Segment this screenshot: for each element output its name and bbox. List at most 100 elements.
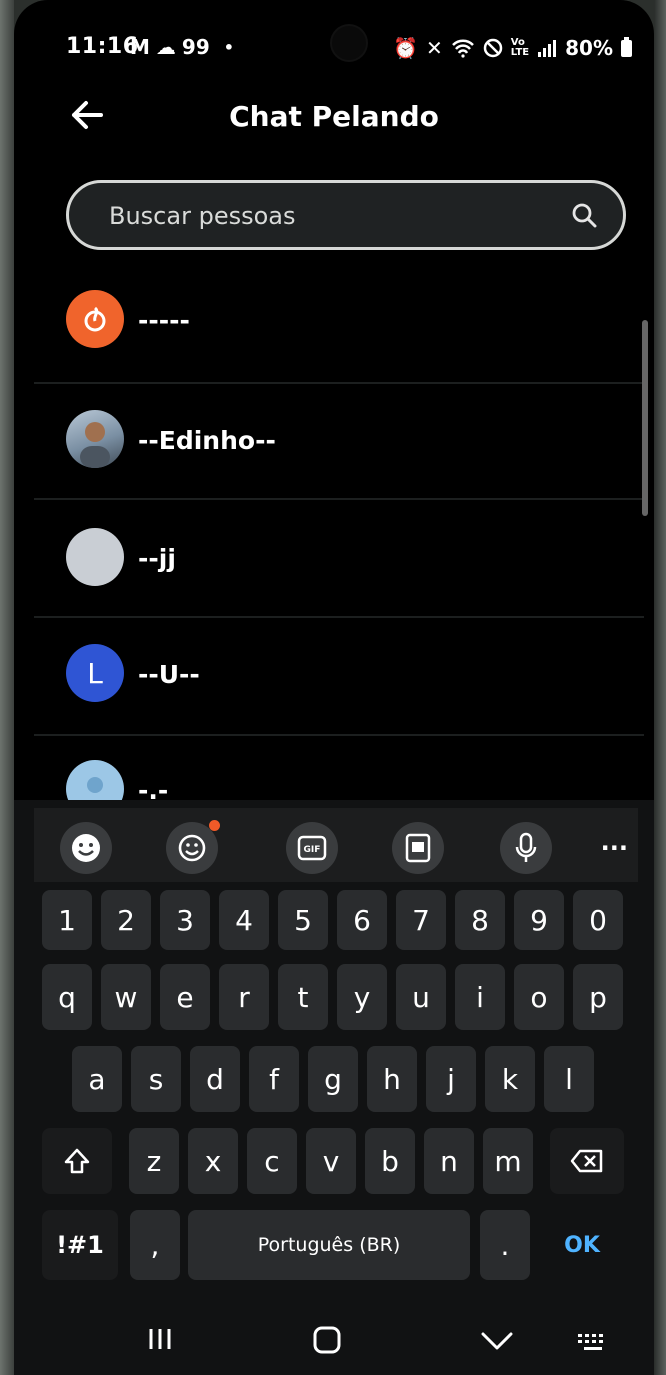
battery-icon [621, 36, 632, 57]
key-w[interactable]: w [101, 964, 151, 1030]
key-t[interactable]: t [278, 964, 328, 1030]
keyboard-switch-icon[interactable] [576, 1331, 610, 1355]
avatar-letter: L [87, 656, 103, 690]
phone-screen: 11:16 M ☁ 99 • ⏰ ✕ Vo LTE 80% Chat Peland… [14, 0, 654, 1375]
key-y[interactable]: y [337, 964, 387, 1030]
backspace-key[interactable] [550, 1128, 624, 1194]
clipboard-icon[interactable] [392, 822, 444, 874]
key-u[interactable]: u [396, 964, 446, 1030]
cloud-icon: ☁ [155, 35, 176, 59]
key-a[interactable]: a [72, 1046, 122, 1112]
divider [34, 498, 644, 500]
search-input[interactable] [107, 195, 551, 237]
key-c[interactable]: c [247, 1128, 297, 1194]
key-7[interactable]: 7 [396, 890, 446, 950]
volte-icon: Vo LTE [510, 37, 530, 58]
key-4[interactable]: 4 [219, 890, 269, 950]
contact-name: --Edinho-- [138, 426, 276, 455]
key-r[interactable]: r [219, 964, 269, 1030]
contact-list-item[interactable]: --jj [34, 502, 644, 618]
key-6[interactable]: 6 [337, 890, 387, 950]
key-b[interactable]: b [365, 1128, 415, 1194]
status-bar: 11:16 M ☁ 99 • ⏰ ✕ Vo LTE 80% [14, 0, 654, 100]
backspace-icon [570, 1149, 603, 1173]
key-1[interactable]: 1 [42, 890, 92, 950]
contact-name: --jj [138, 544, 176, 573]
sticker-icon[interactable] [166, 820, 220, 874]
system-nav-bar [14, 1305, 654, 1375]
more-options-icon[interactable]: ... [601, 828, 628, 856]
mute-icon: ✕ [425, 36, 443, 60]
key-e[interactable]: e [160, 964, 210, 1030]
key-f[interactable]: f [249, 1046, 299, 1112]
page-title: Chat Pelando [229, 100, 439, 133]
comma-key[interactable]: , [130, 1210, 180, 1280]
contact-list-item[interactable]: ----- [34, 268, 644, 384]
key-5[interactable]: 5 [278, 890, 328, 950]
key-8[interactable]: 8 [455, 890, 505, 950]
key-s[interactable]: s [131, 1046, 181, 1112]
home-icon[interactable] [312, 1325, 342, 1355]
svg-text:GIF: GIF [304, 845, 321, 855]
key-n[interactable]: n [424, 1128, 474, 1194]
avatar [66, 410, 124, 468]
key-3[interactable]: 3 [160, 890, 210, 950]
key-k[interactable]: k [485, 1046, 535, 1112]
key-d[interactable]: d [190, 1046, 240, 1112]
app-header: Chat Pelando [14, 90, 654, 150]
key-q[interactable]: q [42, 964, 92, 1030]
key-g[interactable]: g [308, 1046, 358, 1112]
key-z[interactable]: z [129, 1128, 179, 1194]
avatar [66, 290, 124, 348]
key-m[interactable]: m [483, 1128, 533, 1194]
key-x[interactable]: x [188, 1128, 238, 1194]
keyboard: GIF ... 1 2 3 4 5 6 7 8 9 0 q w e r t y … [14, 800, 654, 1375]
device-bezel-right [654, 0, 666, 1375]
period-key[interactable]: . [480, 1210, 530, 1280]
gif-icon[interactable]: GIF [286, 822, 338, 874]
notification-count: 99 [181, 35, 210, 59]
key-h[interactable]: h [367, 1046, 417, 1112]
shift-key[interactable] [42, 1128, 112, 1194]
alarm-icon: ⏰ [393, 36, 418, 60]
brand-logo-icon [84, 306, 106, 332]
contact-list-item[interactable]: --Edinho-- [34, 384, 644, 500]
emoji-icon[interactable] [60, 822, 112, 874]
key-i[interactable]: i [455, 964, 505, 1030]
search-bar[interactable] [66, 180, 626, 250]
contact-name: --U-- [138, 660, 200, 689]
battery-percentage: 80% [565, 36, 613, 60]
person-photo-icon [80, 422, 110, 468]
keyboard-toolbar: GIF ... [34, 808, 638, 882]
key-j[interactable]: j [426, 1046, 476, 1112]
status-time: 11:16 [66, 34, 139, 59]
gmail-icon: M [130, 35, 150, 59]
device-bezel-left [0, 0, 14, 1375]
signal-icon [538, 40, 557, 57]
contact-name: ----- [138, 306, 190, 335]
mic-icon[interactable] [500, 822, 552, 874]
key-2[interactable]: 2 [101, 890, 151, 950]
recents-icon[interactable] [146, 1325, 174, 1353]
shift-icon [64, 1148, 90, 1174]
space-key[interactable]: Português (BR) [188, 1210, 470, 1280]
key-p[interactable]: p [573, 964, 623, 1030]
divider [34, 616, 644, 618]
key-v[interactable]: v [306, 1128, 356, 1194]
avatar [66, 528, 124, 586]
key-9[interactable]: 9 [514, 890, 564, 950]
search-icon[interactable] [571, 202, 597, 228]
key-l[interactable]: l [544, 1046, 594, 1112]
status-dot: • [223, 37, 234, 57]
avatar: L [66, 644, 124, 702]
symbols-key[interactable]: !#1 [42, 1210, 118, 1280]
key-0[interactable]: 0 [573, 890, 623, 950]
dnd-icon [483, 38, 502, 58]
scrollbar[interactable] [642, 320, 648, 516]
notification-dot [209, 820, 220, 831]
ok-key[interactable]: OK [544, 1210, 620, 1280]
key-o[interactable]: o [514, 964, 564, 1030]
contact-list-item[interactable]: L --U-- [34, 620, 644, 736]
back-chevron-icon[interactable] [480, 1329, 514, 1353]
front-camera [332, 26, 366, 60]
